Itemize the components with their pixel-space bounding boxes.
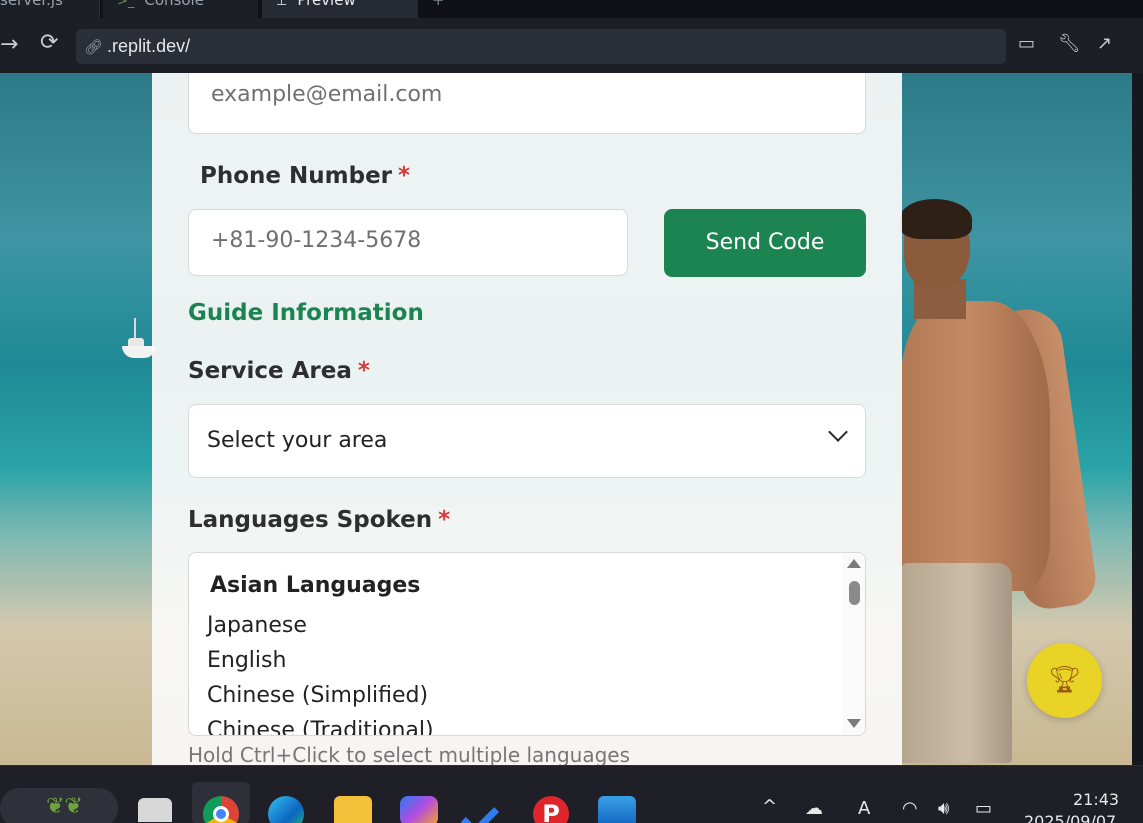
registration-form: example@email.com Phone Number * +81-90-1… <box>152 73 902 765</box>
browser-toolbar: → ⟳ 🔗︎ .replit.dev/ ▭ 🔧︎ ↗ <box>0 18 1143 73</box>
trophy-icon: 🏆︎ <box>1047 665 1081 695</box>
phone-placeholder: +81-90-1234-5678 <box>211 228 422 253</box>
url-bar[interactable]: 🔗︎ .replit.dev/ <box>76 29 1006 64</box>
console-icon: >_ <box>117 0 135 9</box>
languages-multiselect[interactable]: Asian Languages Japanese English Chinese… <box>188 552 866 736</box>
language-option[interactable]: Chinese (Simplified) <box>207 683 428 708</box>
pinterest-icon[interactable]: P <box>533 796 569 823</box>
tab-server-js[interactable]: server.js <box>0 0 100 18</box>
new-tab-label: + <box>432 0 445 9</box>
option-group-label: Asian Languages <box>210 573 421 598</box>
phone-label-text: Phone Number <box>200 163 393 189</box>
link-icon: 🔗︎ <box>84 39 104 56</box>
send-code-button[interactable]: Send Code <box>664 209 866 277</box>
trophy-button[interactable]: 🏆︎ <box>1027 643 1102 718</box>
forward-arrow-icon[interactable]: → <box>0 34 18 56</box>
service-area-label: Service Area * <box>188 358 370 384</box>
cloud-icon[interactable]: ☁ <box>805 798 823 819</box>
taskbar: ❦❦ P ^ ☁ A ◠ 🔊︎ ▭ 21:43 2025/09/07 <box>0 765 1143 823</box>
languages-label: Languages Spoken * <box>188 507 450 533</box>
required-marker: * <box>357 358 370 384</box>
language-option[interactable]: Japanese <box>207 613 307 638</box>
wrench-icon[interactable]: 🔧︎ <box>1058 33 1081 54</box>
chevron-down-icon <box>828 422 848 442</box>
clock-time[interactable]: 21:43 <box>1073 790 1119 809</box>
browser-tab-strip: server.js >_ Console ⊥ Preview + <box>0 0 1143 18</box>
scroll-up-icon[interactable] <box>847 559 861 568</box>
email-input[interactable]: example@email.com <box>188 73 866 134</box>
section-heading: Guide Information <box>188 300 424 326</box>
language-option[interactable]: Chinese (Traditional) <box>207 718 434 735</box>
tab-label: server.js <box>0 0 63 9</box>
volume-icon[interactable]: 🔊︎ <box>938 798 949 819</box>
scrollbar-track <box>1132 73 1143 765</box>
phone-label: Phone Number * <box>200 163 410 189</box>
tab-label: Preview <box>297 0 356 9</box>
battery-icon[interactable]: ▭ <box>975 798 992 819</box>
scroll-down-icon[interactable] <box>847 719 861 728</box>
languages-label-text: Languages Spoken <box>188 507 433 533</box>
todo-icon[interactable] <box>460 796 504 823</box>
leaves-icon: ❦❦ <box>46 794 83 819</box>
ime-icon[interactable]: A <box>858 798 870 819</box>
required-marker: * <box>398 163 411 189</box>
language-option[interactable]: English <box>207 648 286 673</box>
photos-icon[interactable] <box>598 796 636 823</box>
open-external-icon[interactable]: ↗ <box>1097 33 1112 54</box>
email-placeholder: example@email.com <box>211 82 443 107</box>
copilot-icon[interactable] <box>400 796 438 823</box>
folder-icon[interactable] <box>334 796 372 823</box>
boat-image <box>122 318 156 358</box>
tab-preview[interactable]: ⊥ Preview <box>262 0 418 18</box>
wifi-icon[interactable]: ◠ <box>902 798 918 819</box>
chevron-up-icon[interactable]: ^ <box>762 796 777 817</box>
url-text: .replit.dev/ <box>107 36 191 56</box>
phone-input[interactable]: +81-90-1234-5678 <box>188 209 628 276</box>
tab-console[interactable]: >_ Console <box>103 0 258 18</box>
file-explorer-icon[interactable] <box>138 798 172 822</box>
select-value: Select your area <box>207 428 388 453</box>
required-marker: * <box>438 507 451 533</box>
clock-date[interactable]: 2025/09/07 <box>1024 812 1116 823</box>
tab-label: Console <box>144 0 204 9</box>
service-area-select[interactable]: Select your area <box>188 404 866 478</box>
languages-hint: Hold Ctrl+Click to select multiple langu… <box>188 743 631 765</box>
devices-icon[interactable]: ▭ <box>1018 33 1035 54</box>
service-area-label-text: Service Area <box>188 358 352 384</box>
edge-icon[interactable] <box>268 796 304 823</box>
taskbar-widget[interactable]: ❦❦ <box>0 788 118 823</box>
scroll-thumb[interactable] <box>849 581 860 605</box>
list-scrollbar[interactable] <box>843 553 865 735</box>
preview-icon: ⊥ <box>276 0 288 9</box>
new-tab-button[interactable]: + <box>432 0 452 18</box>
reload-icon[interactable]: ⟳ <box>40 32 58 54</box>
